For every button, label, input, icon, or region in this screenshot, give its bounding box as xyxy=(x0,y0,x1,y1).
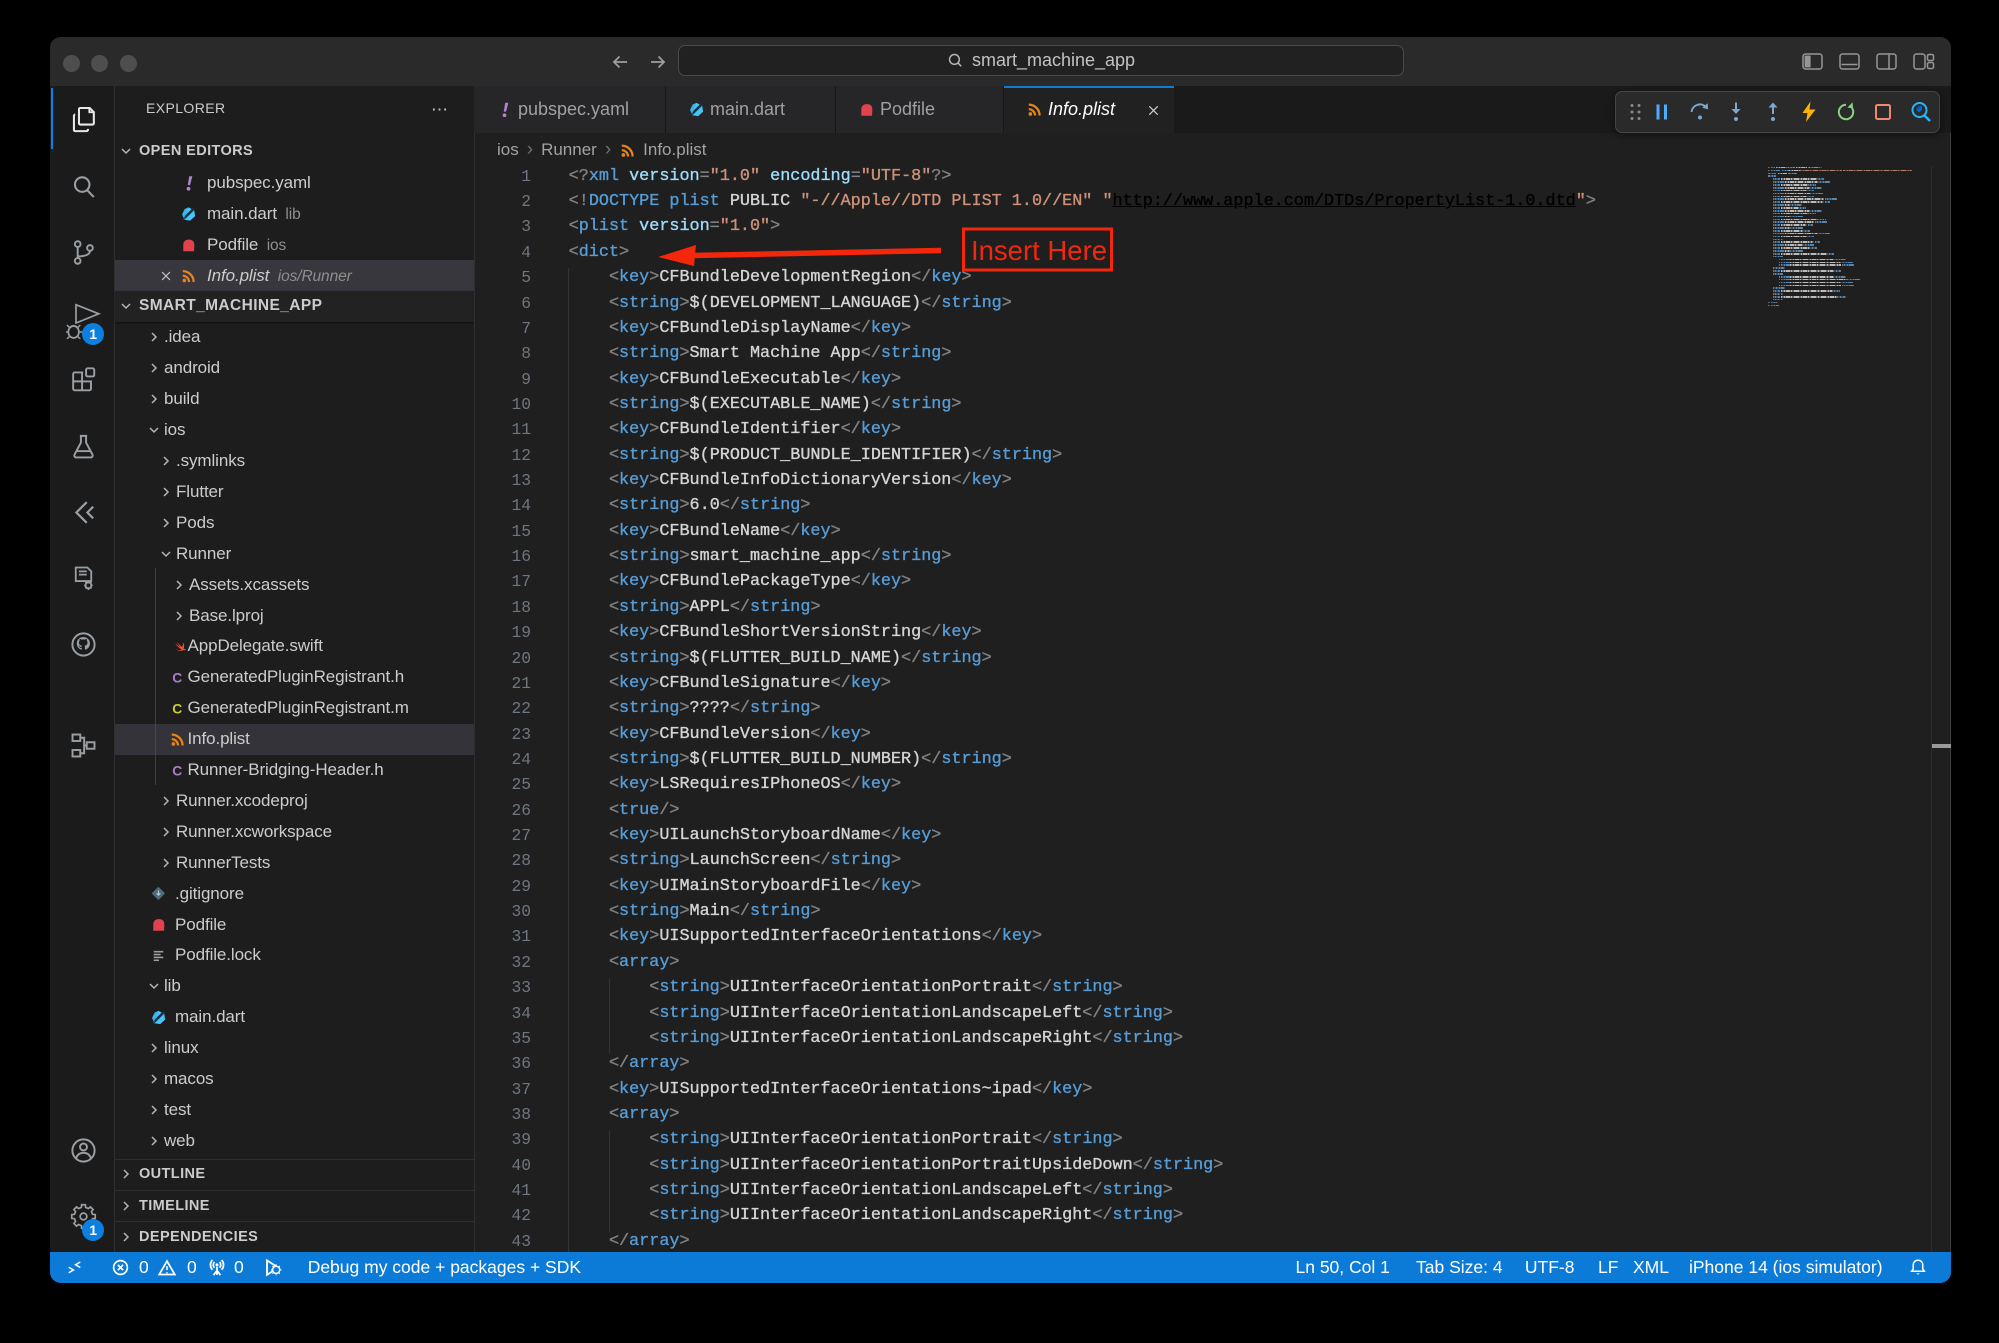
svg-text:Insert Here: Insert Here xyxy=(971,235,1107,266)
svg-text:C: C xyxy=(172,700,182,716)
svg-text:C: C xyxy=(172,762,182,778)
svg-text:C: C xyxy=(172,669,182,685)
